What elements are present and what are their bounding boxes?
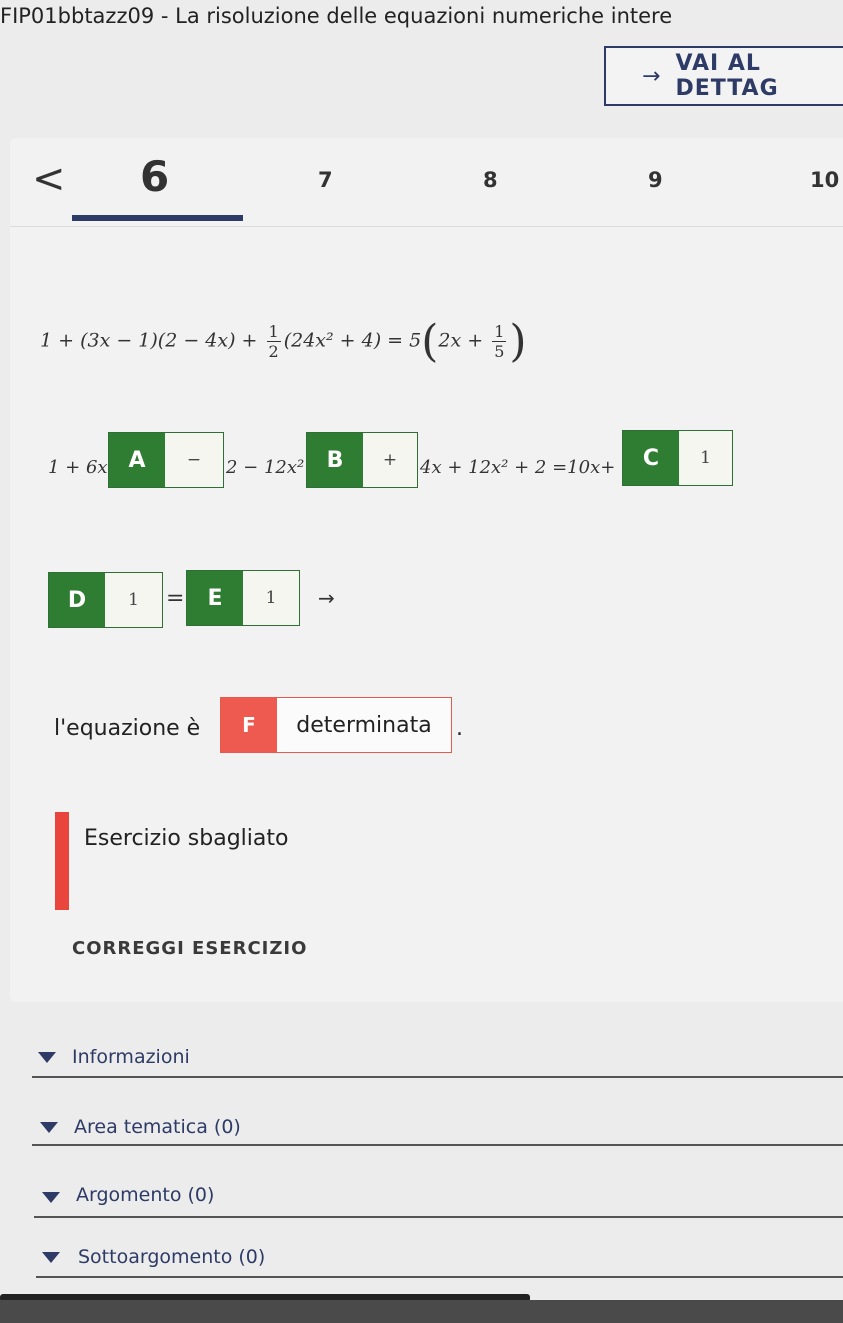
fraction-numerator: 1 <box>266 322 281 342</box>
answer-slot-a[interactable]: A − <box>108 432 224 488</box>
chevron-left-icon[interactable]: < <box>32 156 66 202</box>
answer-slot-d[interactable]: D 1 <box>48 572 163 628</box>
fraction-denominator: 5 <box>494 342 505 361</box>
error-indicator-bar <box>55 812 69 910</box>
page-8[interactable]: 8 <box>483 168 498 192</box>
triangle-down-icon <box>38 1052 56 1063</box>
exercise-card <box>10 138 843 1002</box>
page-title: FIP01bbtazz09 - La risoluzione delle equ… <box>0 4 673 28</box>
slot-d-input[interactable]: 1 <box>105 573 162 627</box>
answer-slot-c[interactable]: C 1 <box>622 430 733 486</box>
equation-part-1: 1 + (3x − 1)(2 − 4x) + <box>40 329 264 352</box>
fraction-one-fifth: 15 <box>492 322 507 361</box>
slot-f-select[interactable]: determinata <box>277 698 451 752</box>
triangle-down-icon <box>42 1252 60 1263</box>
arrow-right-icon: → <box>642 63 662 89</box>
accordion-divider <box>36 1276 843 1278</box>
accordion-label: Area tematica (0) <box>74 1116 241 1138</box>
equation: 1 + (3x − 1)(2 − 4x) + 1 2 (24x² + 4) = 5(… <box>40 316 527 367</box>
slot-f-label: F <box>221 698 277 752</box>
accordion-argomento[interactable]: Argomento (0) <box>0 1174 843 1234</box>
slot-e-label: E <box>187 571 243 625</box>
close-paren: ) <box>509 316 527 367</box>
answer-slot-f[interactable]: F determinata <box>220 697 452 753</box>
page-10[interactable]: 10 <box>810 168 839 192</box>
accordion-divider <box>32 1144 843 1146</box>
row1-text-2: 2 − 12x² <box>226 457 305 478</box>
correct-exercise-button[interactable]: CORREGGI ESERCIZIO <box>72 938 307 959</box>
equals-sign: = <box>166 586 185 611</box>
triangle-down-icon <box>42 1192 60 1203</box>
equation-part-3: 2x + <box>438 329 490 352</box>
accordion-area-tematica[interactable]: Area tematica (0) <box>0 1104 843 1164</box>
answer-slot-b[interactable]: B + <box>306 432 418 488</box>
equation-type-label: l'equazione è <box>54 716 201 741</box>
slot-c-input[interactable]: 1 <box>679 431 732 485</box>
open-paren: ( <box>421 316 439 367</box>
page-7[interactable]: 7 <box>318 168 333 192</box>
fraction-one-half: 12 <box>266 322 281 361</box>
arrow-right-icon: → <box>318 586 335 610</box>
fraction-denominator: 2 <box>268 342 279 361</box>
exercise-pager: < 6 7 8 9 10 <box>0 138 843 228</box>
row1-text-3: 4x + 12x² + 2 =10x+ <box>420 457 616 478</box>
accordion-label: Informazioni <box>72 1046 190 1068</box>
answer-slot-e[interactable]: E 1 <box>186 570 300 626</box>
fraction-numerator: 1 <box>492 322 507 342</box>
sentence-period: . <box>456 716 463 741</box>
accordion-informazioni[interactable]: Informazioni <box>0 1030 843 1090</box>
accordion-label: Argomento (0) <box>76 1184 215 1206</box>
bottom-edge <box>0 1300 843 1323</box>
slot-b-label: B <box>307 433 363 487</box>
accordion-sottoargomento[interactable]: Sottoargomento (0) <box>0 1236 843 1296</box>
go-to-detail-button[interactable]: → VAI AL DETTAG <box>604 46 843 106</box>
slot-c-label: C <box>623 431 679 485</box>
feedback-message: Esercizio sbagliato <box>84 826 289 851</box>
active-page-indicator <box>72 215 243 221</box>
triangle-down-icon <box>40 1122 58 1133</box>
slot-d-label: D <box>49 573 105 627</box>
accordion-divider <box>32 1076 843 1078</box>
slot-a-input[interactable]: − <box>165 433 223 487</box>
go-to-detail-label: VAI AL DETTAG <box>675 51 779 101</box>
slot-b-input[interactable]: + <box>363 433 417 487</box>
slot-e-input[interactable]: 1 <box>243 571 299 625</box>
row1-text-1: 1 + 6x <box>48 457 108 478</box>
accordion-label: Sottoargomento (0) <box>78 1246 266 1268</box>
slot-a-label: A <box>109 433 165 487</box>
page-9[interactable]: 9 <box>648 168 663 192</box>
pager-divider <box>10 226 843 227</box>
accordion-divider <box>34 1216 843 1218</box>
equation-part-2: (24x² + 4) = 5 <box>283 329 422 352</box>
page-6[interactable]: 6 <box>140 152 169 201</box>
